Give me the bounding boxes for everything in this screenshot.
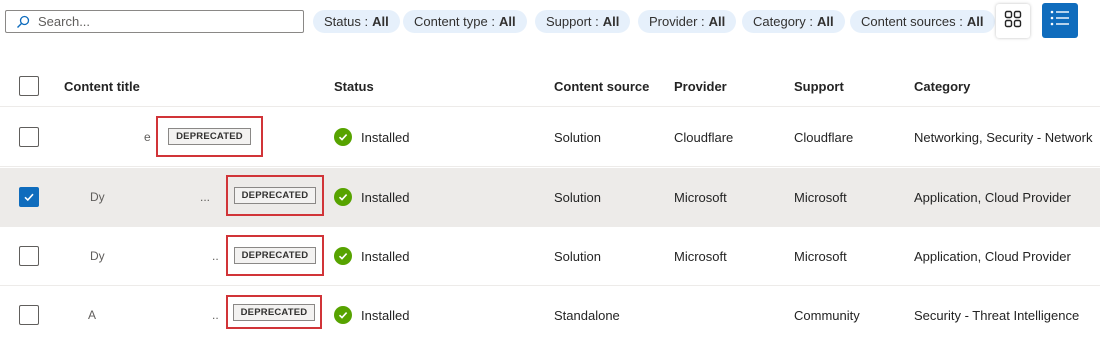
row-checkbox[interactable] (19, 305, 39, 325)
row-checkbox[interactable] (19, 187, 39, 207)
table-row[interactable]: e DEPRECATED Installed Solution Cloudfla… (0, 108, 1100, 167)
content-title-fragment: .. (212, 308, 219, 322)
status-cell: Installed (334, 286, 534, 344)
column-header-support[interactable]: Support (794, 66, 904, 106)
row-checkbox[interactable] (19, 127, 39, 147)
content-source-cell: Solution (554, 129, 601, 145)
content-title-fragment: e (144, 130, 151, 144)
filter-label: Support : (546, 14, 599, 29)
status-text: Installed (361, 189, 410, 205)
support-cell: Cloudflare (794, 129, 854, 145)
filter-value: All (372, 14, 389, 29)
category-cell: Application, Cloud Provider (914, 189, 1071, 205)
filter-label: Content type : (414, 14, 495, 29)
category-cell: Networking, Security - Network (914, 129, 1093, 145)
deprecated-badge: DEPRECATED (232, 303, 316, 321)
status-cell: Installed (334, 108, 534, 166)
filter-provider[interactable]: Provider : All (638, 10, 737, 33)
checkmark-circle-icon (334, 247, 352, 265)
row-check-cell (19, 286, 41, 344)
table-row[interactable]: A .. DEPRECATED Installed Standalone Com… (0, 286, 1100, 332)
status-text: Installed (361, 307, 410, 323)
table-row[interactable]: Dy .. DEPRECATED Installed Solution Micr… (0, 227, 1100, 286)
content-title-fragment: A (88, 308, 97, 322)
row-check-cell (19, 168, 41, 226)
deprecated-badge: DEPRECATED (233, 187, 317, 204)
column-header-status[interactable]: Status (334, 66, 534, 106)
grid-view-button[interactable] (996, 4, 1030, 38)
highlight-box: DEPRECATED (226, 235, 324, 276)
filter-label: Category : (753, 14, 813, 29)
provider-cell: Cloudflare (674, 129, 734, 145)
row-checkbox[interactable] (19, 246, 39, 266)
filter-content-type[interactable]: Content type : All (403, 10, 527, 33)
filter-value: All (602, 14, 620, 29)
content-source-cell: Solution (554, 248, 601, 264)
search-icon (14, 13, 32, 31)
checkmark-circle-icon (334, 128, 352, 146)
filter-category[interactable]: Category : All (742, 10, 845, 33)
grid-view-icon (1004, 10, 1022, 33)
filter-value: All (708, 14, 726, 29)
status-text: Installed (361, 129, 410, 145)
deprecated-badge: DEPRECATED (168, 128, 251, 145)
table-row[interactable]: Dy ... DEPRECATED Installed Solution Mic… (0, 168, 1100, 227)
filter-value: All (816, 14, 834, 29)
select-all-checkbox[interactable] (19, 76, 39, 96)
highlight-box: DEPRECATED (156, 116, 263, 157)
deprecated-badge: DEPRECATED (233, 247, 317, 264)
filter-value: All (966, 14, 984, 29)
content-title-fragment: Dy (90, 249, 105, 263)
category-cell: Application, Cloud Provider (914, 248, 1071, 264)
highlight-box: DEPRECATED (226, 175, 324, 216)
row-check-cell (19, 227, 41, 285)
column-header-content-title[interactable]: Content title (64, 66, 324, 106)
filter-support[interactable]: Support : All (535, 10, 631, 33)
filter-label: Content sources : (861, 14, 963, 29)
list-view-icon (1050, 10, 1070, 31)
filter-content-sources[interactable]: Content sources : All (850, 10, 995, 33)
provider-cell: Microsoft (674, 248, 727, 264)
checkmark-circle-icon (334, 188, 352, 206)
content-title-fragment: .. (212, 249, 219, 263)
status-text: Installed (361, 248, 410, 264)
header-check-cell (19, 66, 41, 106)
provider-cell: Microsoft (674, 189, 727, 205)
checkmark-circle-icon (334, 306, 352, 324)
support-cell: Microsoft (794, 248, 847, 264)
status-cell: Installed (334, 168, 534, 226)
provider-cell (674, 286, 784, 344)
search-box[interactable] (5, 10, 304, 33)
list-view-button[interactable] (1042, 3, 1078, 38)
content-source-cell: Standalone (554, 307, 620, 323)
content-source-cell: Solution (554, 189, 601, 205)
table-header: Content title Status Content source Prov… (0, 66, 1100, 107)
category-cell: Security - Threat Intelligence (914, 307, 1080, 323)
toolbar: Status : All Content type : All Support … (0, 0, 1100, 42)
row-check-cell (19, 108, 41, 166)
content-title-fragment: ... (200, 190, 211, 204)
filter-value: All (498, 14, 516, 29)
filter-status[interactable]: Status : All (313, 10, 400, 33)
filter-label: Provider : (649, 14, 705, 29)
highlight-box: DEPRECATED (226, 295, 322, 329)
filter-label: Status : (324, 14, 369, 29)
search-input[interactable] (38, 14, 288, 29)
support-cell: Community (794, 307, 860, 323)
column-header-category[interactable]: Category (914, 66, 1100, 106)
column-header-provider[interactable]: Provider (674, 66, 784, 106)
checkmark-icon (24, 193, 34, 202)
support-cell: Microsoft (794, 189, 847, 205)
column-header-content-source[interactable]: Content source (554, 66, 664, 106)
content-title-fragment: Dy (90, 190, 105, 204)
status-cell: Installed (334, 227, 534, 285)
